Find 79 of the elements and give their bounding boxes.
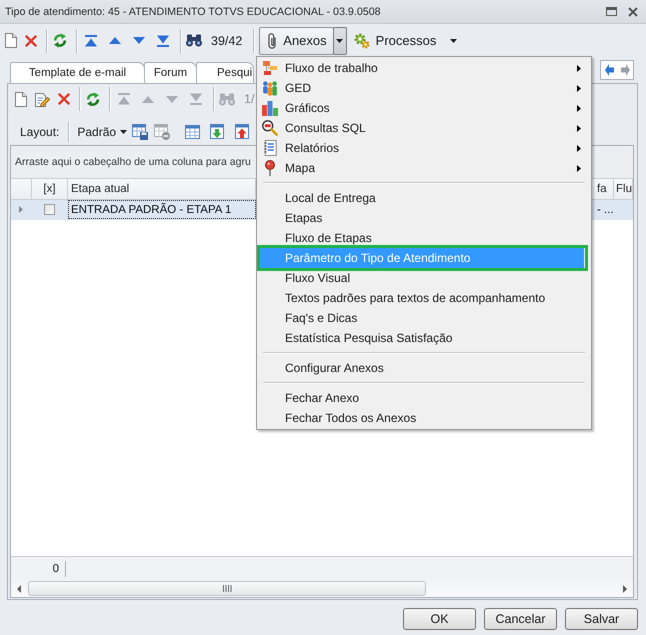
row-indicator-icon (19, 206, 23, 213)
submenu-arrow-icon (577, 64, 581, 72)
arrow-right-icon[interactable] (620, 64, 630, 76)
column-header[interactable]: [x] (32, 179, 68, 199)
menu-item[interactable]: Fechar Anexo (258, 388, 584, 408)
page-icon[interactable] (15, 92, 27, 106)
menu-item[interactable]: Fechar Todos os Anexos (258, 408, 584, 428)
arrow-left-icon[interactable] (604, 64, 614, 76)
group-hint: Arraste aqui o cabeçalho de uma coluna para agru (15, 156, 251, 168)
menu-item[interactable]: Mapa (258, 158, 584, 178)
magnifier-icon (262, 120, 278, 136)
dropdown-button[interactable] (332, 26, 347, 54)
table-disk-icon[interactable] (132, 124, 148, 140)
record-counter: 39/42 (211, 34, 242, 48)
page-arrow-up-icon[interactable] (235, 124, 250, 139)
caret-icon (120, 130, 128, 134)
binoculars-icon[interactable] (186, 34, 202, 47)
menu-item[interactable]: Etapas (258, 208, 584, 228)
checkbox[interactable] (44, 204, 55, 215)
page-arrow-down-icon[interactable] (210, 124, 224, 139)
menu-item[interactable]: Fluxo de trabalho (258, 58, 584, 78)
processes-button[interactable]: Processos (350, 26, 462, 54)
dialog-button[interactable]: OK (403, 608, 476, 630)
table-minus-icon[interactable] (154, 124, 170, 140)
table-cell: ENTRADA PADRÃO - ETAPA 1 (68, 200, 256, 219)
table-icon[interactable] (185, 124, 200, 138)
attachments-button[interactable]: Anexos (259, 26, 334, 54)
menu-item[interactable]: GED (258, 78, 584, 98)
menu-item[interactable]: Gráficos (258, 98, 584, 118)
menu-item[interactable]: Local de Entrega (258, 188, 584, 208)
restore-icon[interactable] (606, 7, 617, 16)
scrollbar-thumb[interactable] (28, 581, 426, 596)
skip-to-bottom-icon[interactable] (157, 34, 169, 46)
scroll-right-icon[interactable] (623, 584, 627, 592)
paperclip-icon (268, 32, 276, 48)
skip-to-top-icon[interactable] (85, 34, 97, 46)
scroll-left-icon[interactable] (17, 584, 21, 592)
refresh-icon[interactable] (86, 92, 100, 106)
submenu-arrow-icon (577, 124, 581, 132)
triangle-down-icon[interactable] (133, 37, 145, 44)
delete-icon[interactable] (58, 93, 70, 105)
menu-item[interactable]: Consultas SQL (258, 118, 584, 138)
submenu-arrow-icon (577, 84, 581, 92)
horizontal-scrollbar[interactable] (11, 580, 633, 597)
caret-icon (450, 38, 458, 42)
refresh-icon[interactable] (53, 33, 67, 48)
flowchart-icon (263, 61, 277, 75)
submenu-arrow-icon (577, 164, 581, 172)
submenu-arrow-icon (577, 144, 581, 152)
triangle-up-icon[interactable] (109, 37, 121, 44)
dialog-button[interactable]: Cancelar (484, 608, 557, 630)
page-pencil-icon[interactable] (35, 92, 50, 106)
close-icon[interactable] (628, 6, 638, 16)
menu-item[interactable]: Textos padrões para textos de acompanhamento (258, 288, 584, 308)
caret-icon (336, 38, 344, 42)
record-counter: 1/ (244, 92, 254, 106)
delete-icon[interactable] (25, 34, 37, 46)
submenu-arrow-icon (577, 104, 581, 112)
menu-item[interactable]: Fluxo Visual (258, 268, 584, 288)
menu-item[interactable]: Relatórios (258, 138, 584, 158)
column-header[interactable]: Flu (614, 179, 633, 199)
people-icon (263, 80, 277, 96)
window-title: Tipo de atendimento: 45 - ATENDIMENTO TOTVS EDUCACIONAL - 03.9.0508 (5, 6, 381, 18)
gears-icon (354, 32, 370, 48)
bar-chart-icon (262, 100, 278, 116)
notebook-icon (264, 140, 276, 156)
tab[interactable]: Forum (144, 62, 197, 83)
menu-item[interactable]: Fluxo de Etapas (258, 228, 584, 248)
row-count: 0 (52, 562, 59, 574)
menu-item[interactable]: Configurar Anexos (258, 358, 584, 378)
layout-dropdown[interactable]: Padrão (75, 122, 130, 142)
menu-item[interactable]: Faq's e Dicas (258, 308, 584, 328)
page-icon[interactable] (5, 33, 17, 48)
map-pin-icon (265, 160, 275, 176)
dialog-button[interactable]: Salvar (565, 608, 638, 630)
menu-item[interactable]: Estatística Pesquisa Satisfação (258, 328, 584, 348)
tab[interactable]: Template de e-mail (10, 62, 145, 83)
tab[interactable]: Pesqui (196, 62, 254, 83)
layout-label: Layout: (20, 124, 60, 138)
